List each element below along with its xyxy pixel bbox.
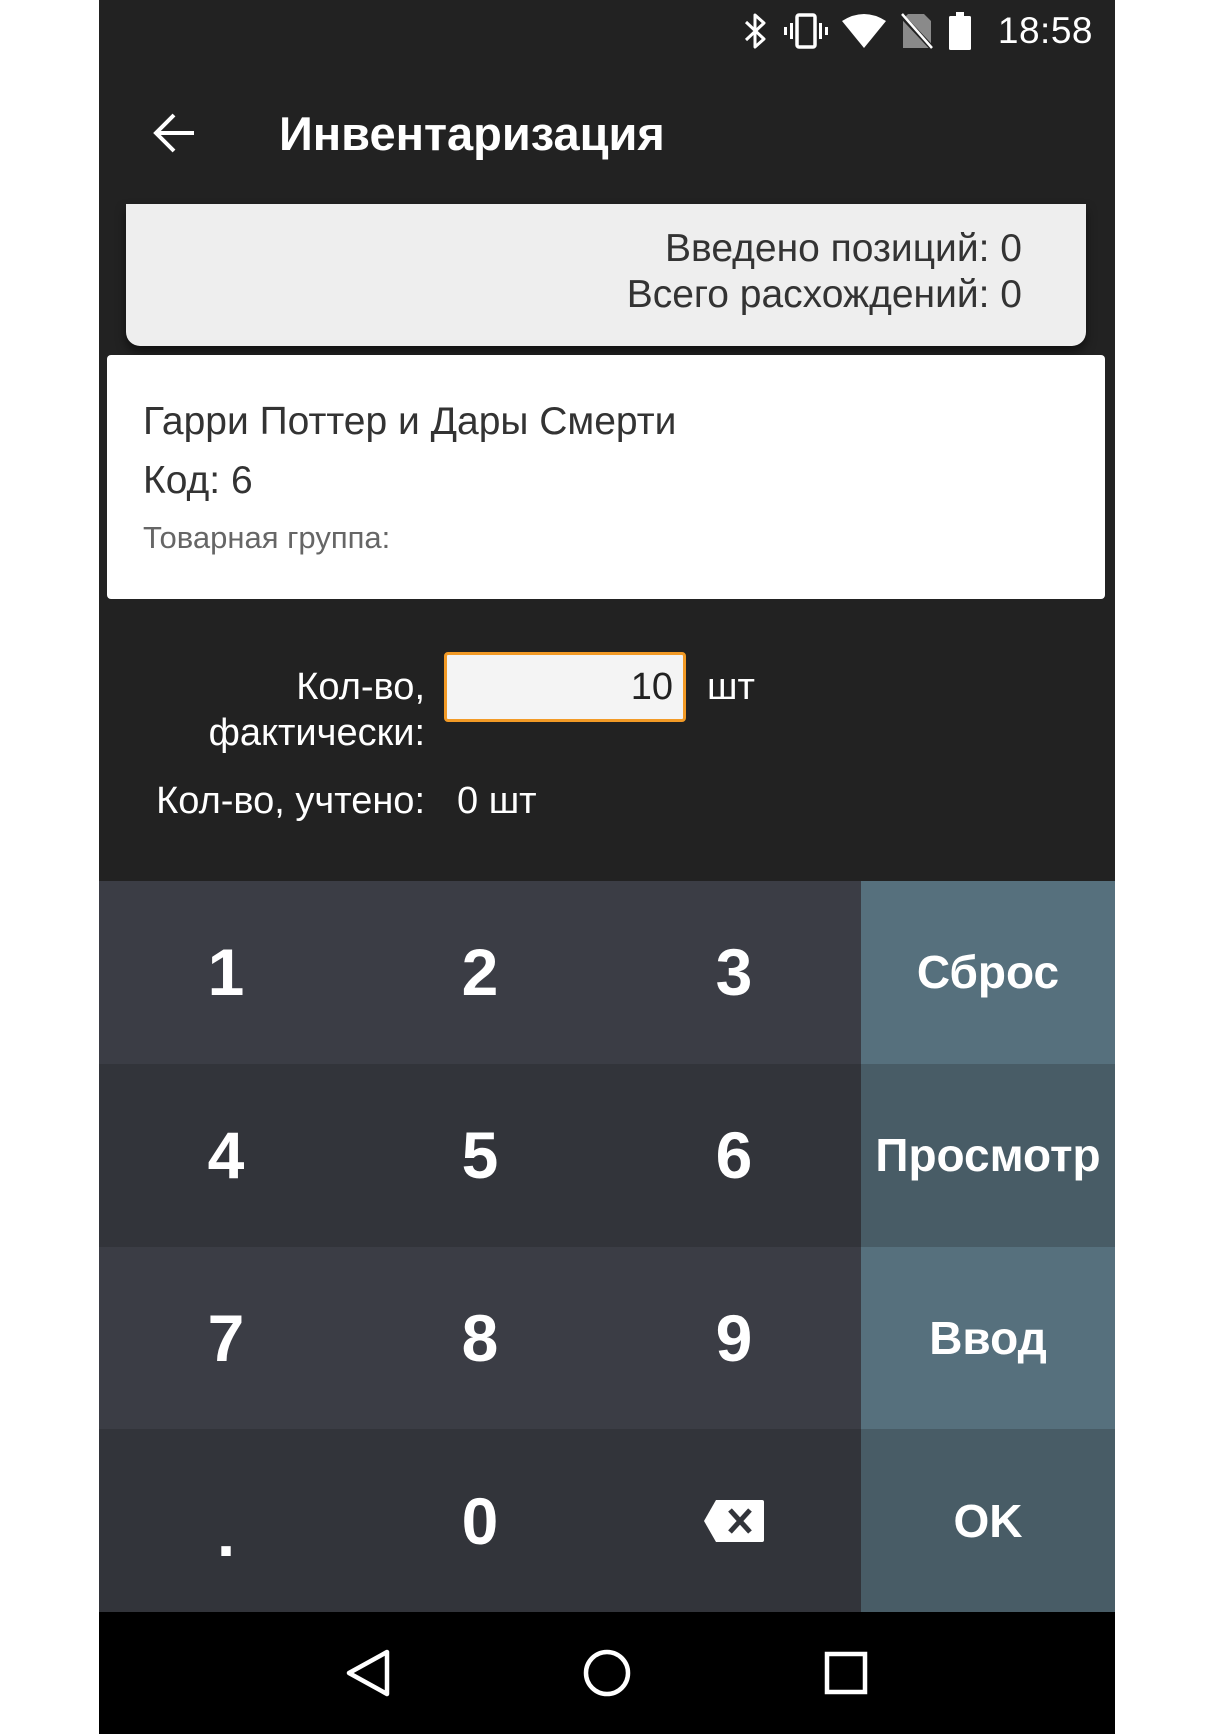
status-bar: 18:58 — [99, 0, 1115, 62]
wifi-icon — [841, 13, 886, 49]
ok-button[interactable]: OK — [861, 1429, 1115, 1612]
reset-button[interactable]: Сброс — [861, 881, 1115, 1064]
nav-home-icon — [583, 1649, 631, 1697]
product-name: Гарри Поттер и Дары Смерти — [143, 400, 677, 443]
back-button[interactable] — [139, 98, 209, 168]
key-5[interactable]: 5 — [353, 1063, 607, 1247]
nav-recents-button[interactable] — [811, 1638, 881, 1708]
no-sim-icon — [899, 12, 934, 50]
page-title: Инвентаризация — [279, 106, 665, 160]
product-card[interactable]: Гарри Поттер и Дары Смерти Код: 6 Товарн… — [107, 355, 1105, 599]
key-dot[interactable]: . — [99, 1429, 353, 1612]
positions-entered-text: Введено позиций: 0 — [665, 227, 1022, 270]
counted-quantity-label: Кол-во, учтено: — [156, 780, 425, 822]
actual-quantity-label-line2: фактически: — [208, 712, 425, 754]
key-1[interactable]: 1 — [99, 881, 353, 1064]
nav-home-button[interactable] — [572, 1638, 642, 1708]
arrow-left-icon — [153, 113, 194, 153]
numeric-keypad: 1 2 3 Сброс 4 5 6 Просмотр 7 8 9 Ввод . … — [99, 881, 1115, 1612]
view-button[interactable]: Просмотр — [861, 1063, 1115, 1247]
battery-icon — [948, 12, 972, 50]
key-8[interactable]: 8 — [353, 1246, 607, 1430]
phone-screen: 18:58 Инвентаризация Введено позиций: 0 … — [99, 0, 1115, 1734]
status-time: 18:58 — [997, 10, 1093, 51]
total-discrepancies-text: Всего расхождений: 0 — [626, 273, 1022, 316]
system-nav-bar — [99, 1612, 1115, 1734]
actual-quantity-label: Кол-во, фактически: — [209, 664, 425, 756]
counted-quantity-value: 0 шт — [457, 780, 537, 822]
actual-quantity-input[interactable] — [444, 652, 686, 722]
nav-recents-icon — [824, 1651, 867, 1695]
key-0[interactable]: 0 — [353, 1429, 607, 1612]
product-code: Код: 6 — [143, 459, 253, 502]
nav-back-icon — [347, 1649, 390, 1697]
actual-quantity-label-line1: Кол-во, — [296, 666, 425, 708]
key-7[interactable]: 7 — [99, 1246, 353, 1430]
key-4[interactable]: 4 — [99, 1063, 353, 1247]
vibrate-icon — [783, 12, 828, 50]
key-6[interactable]: 6 — [607, 1063, 861, 1247]
product-group: Товарная группа: — [143, 520, 391, 555]
inventory-summary: Введено позиций: 0 Всего расхождений: 0 — [126, 204, 1086, 346]
enter-button[interactable]: Ввод — [861, 1246, 1115, 1430]
backspace-icon — [704, 1499, 764, 1542]
backspace-button[interactable] — [607, 1429, 861, 1612]
app-bar: Инвентаризация — [99, 62, 1115, 204]
key-9[interactable]: 9 — [607, 1246, 861, 1430]
actual-quantity-unit: шт — [707, 666, 755, 708]
nav-back-button[interactable] — [333, 1638, 403, 1708]
key-2[interactable]: 2 — [353, 881, 607, 1064]
key-3[interactable]: 3 — [607, 881, 861, 1064]
bluetooth-icon — [742, 12, 770, 50]
